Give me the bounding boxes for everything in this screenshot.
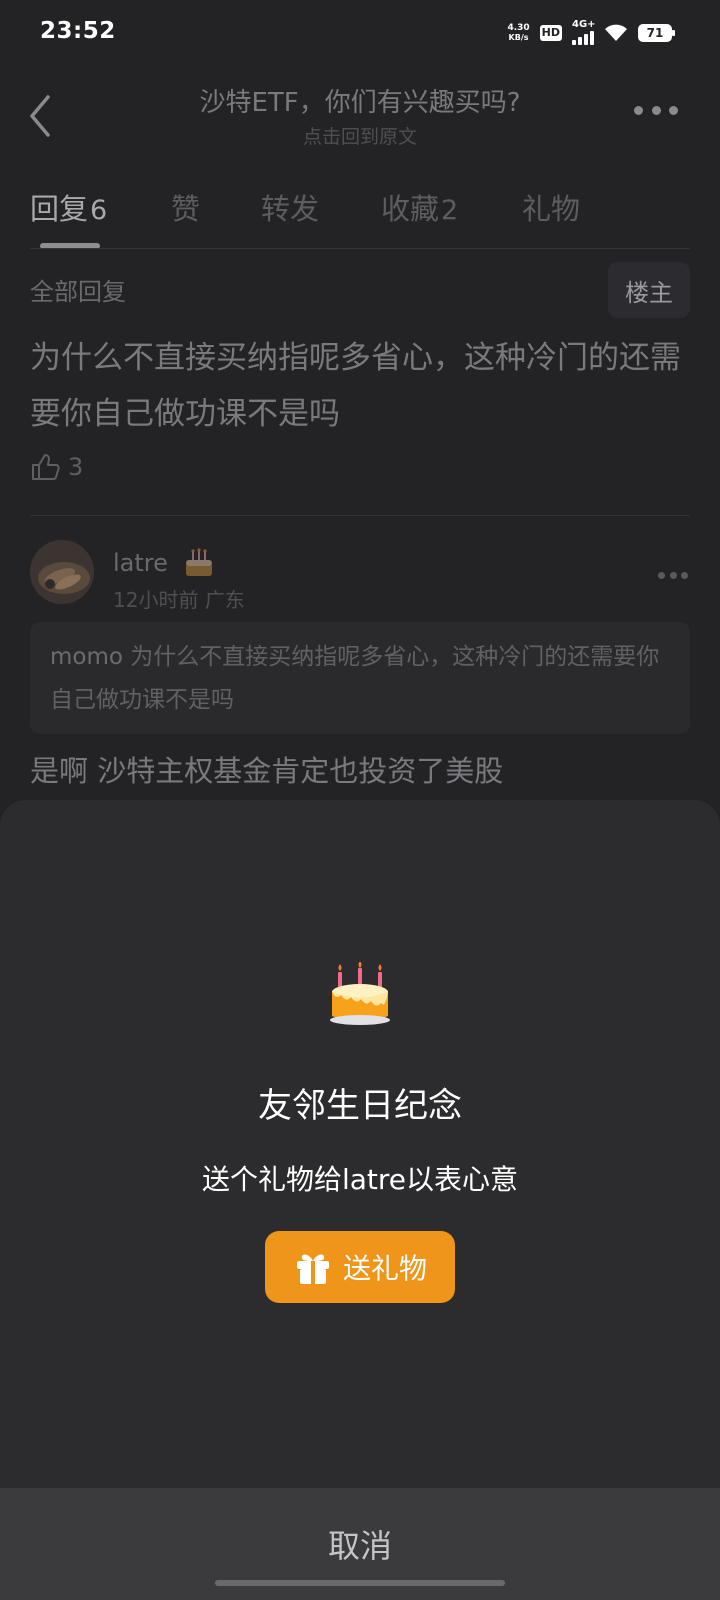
avatar-image	[30, 540, 94, 604]
reply-more-icon[interactable]	[658, 572, 688, 580]
tab-count: 6	[90, 195, 108, 226]
status-time: 23:52	[40, 18, 116, 44]
tab-favorites[interactable]: 收藏2	[381, 186, 458, 228]
reply-content: 是啊 沙特主权基金肯定也投资了美股	[30, 754, 504, 788]
status-bar: 23:52 4.30 KB/s HD 4G+ 71	[0, 0, 720, 66]
tab-replies[interactable]: 回复6	[30, 186, 107, 228]
avatar[interactable]	[30, 540, 94, 604]
net-speed-unit: KB/s	[508, 33, 529, 42]
wifi-icon	[605, 24, 627, 41]
cancel-bar: 取消	[0, 1488, 720, 1600]
battery-icon: 71	[638, 24, 675, 42]
back-to-post-link[interactable]: 点击回到原文	[0, 122, 720, 149]
nav-bar: 沙特ETF，你们有兴趣买吗? 点击回到原文	[0, 66, 720, 166]
tab-gifts[interactable]: 礼物	[522, 186, 580, 228]
net-speed: 4.30 KB/s	[507, 23, 529, 43]
gift-icon	[296, 1254, 329, 1284]
quoted-reply: momo 为什么不直接买纳指呢多省心，这种冷门的还需要你自己做功课不是吗	[30, 622, 690, 734]
quoted-text: 为什么不直接买纳指呢多省心，这种冷门的还需要你自己做功课不是吗	[50, 644, 660, 713]
birthday-cake-icon	[185, 548, 212, 576]
all-replies-heading: 全部回复	[30, 278, 126, 306]
reply-meta: 12小时前 广东	[113, 584, 245, 613]
username: latre	[113, 549, 168, 577]
home-indicator[interactable]	[215, 1580, 505, 1586]
owner-only-button[interactable]: 楼主	[608, 262, 690, 318]
tab-reposts[interactable]: 转发	[261, 186, 319, 228]
tab-count: 2	[441, 195, 459, 226]
sheet-description: 送个礼物给latre以表心意	[201, 1163, 519, 1196]
quoted-author[interactable]: momo	[50, 644, 123, 670]
tab-label: 礼物	[522, 192, 581, 226]
send-gift-label: 送礼物	[342, 1252, 427, 1285]
tab-label: 收藏	[381, 192, 440, 226]
birthday-gift-sheet: 友邻生日纪念 送个礼物给latre以表心意 送礼物 取消	[0, 800, 720, 1600]
reply-location: 广东	[204, 588, 245, 612]
tab-label: 赞	[171, 192, 201, 226]
status-icons: 4.30 KB/s HD 4G+ 71	[507, 19, 675, 46]
post-content: 为什么不直接买纳指呢多省心，这种冷门的还需要你自己做功课不是吗	[30, 340, 681, 432]
divider	[30, 248, 690, 249]
post-title[interactable]: 沙特ETF，你们有兴趣买吗?	[0, 82, 720, 119]
birthday-cake-icon	[330, 962, 390, 1025]
tab-bar: 回复6 赞 转发 收藏2 礼物	[0, 170, 720, 250]
tab-label: 转发	[261, 192, 320, 226]
tab-label: 回复	[30, 192, 89, 226]
reply-time: 12小时前	[113, 588, 199, 612]
thumbs-up-icon	[32, 454, 60, 480]
divider	[30, 515, 690, 516]
send-gift-button[interactable]: 送礼物	[265, 1231, 455, 1303]
reply-author[interactable]: latre	[113, 546, 216, 580]
like-button[interactable]: 3	[30, 452, 83, 482]
network-type: 4G+	[572, 19, 596, 30]
sheet-title: 友邻生日纪念	[258, 1086, 462, 1126]
more-options-icon[interactable]	[634, 106, 678, 118]
tab-likes[interactable]: 赞	[171, 186, 200, 228]
hd-badge: HD	[539, 25, 562, 41]
net-speed-value: 4.30	[507, 23, 530, 33]
like-count: 3	[68, 453, 84, 481]
cellular-signal-icon: 4G+	[572, 19, 596, 45]
